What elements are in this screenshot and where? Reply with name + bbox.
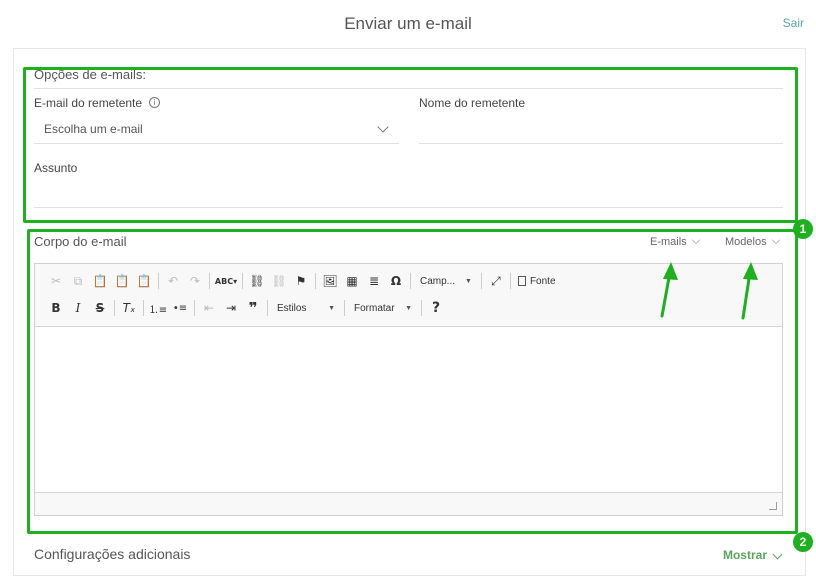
arrow-up-icon	[741, 262, 758, 320]
annotation-arrows	[660, 262, 758, 320]
arrow-up-icon	[660, 262, 678, 318]
